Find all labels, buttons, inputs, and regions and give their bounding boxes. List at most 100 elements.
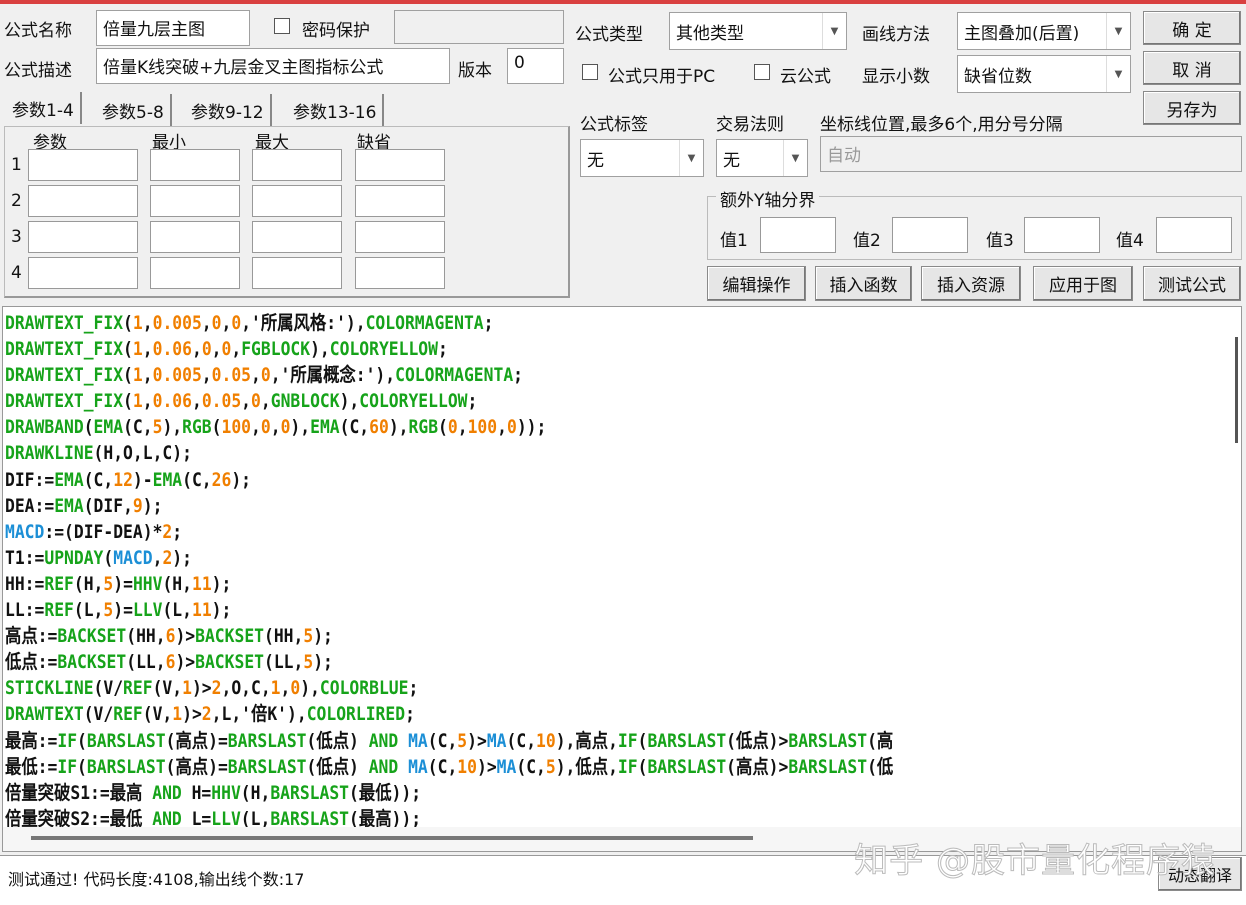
code-text: (L,: [162, 599, 192, 622]
code-token: BARSLAST: [227, 729, 307, 752]
param-min-input[interactable]: [150, 149, 240, 181]
code-text: HH:=: [5, 572, 45, 595]
insert-resource-button[interactable]: 插入资源: [921, 266, 1021, 301]
param-name-input[interactable]: [28, 221, 138, 253]
trade-rule-value: 无: [723, 151, 740, 171]
code-token: 10: [536, 729, 556, 752]
param-max-input[interactable]: [252, 257, 342, 289]
tab-params-5-8[interactable]: 参数5-8: [96, 94, 172, 126]
code-line[interactable]: 低点:=BACKSET(LL,6)>BACKSET(LL,5);: [5, 649, 893, 675]
param-default-input[interactable]: [355, 185, 445, 217]
chevron-down-icon: ▼: [783, 140, 807, 176]
formula-name-input[interactable]: 倍量九层主图: [96, 10, 250, 46]
code-text: (低: [867, 755, 894, 778]
param-name-input[interactable]: [28, 257, 138, 289]
code-line[interactable]: DRAWTEXT(V/REF(V,1)>2,L,'倍K'),COLORLIRED…: [5, 701, 893, 727]
code-text: ,'所属概念:'),: [270, 364, 396, 387]
password-checkbox[interactable]: [274, 18, 290, 34]
trade-rule-select[interactable]: 无 ▼: [716, 139, 808, 177]
code-token: COLORMAGENTA: [365, 312, 484, 334]
password-input[interactable]: [394, 10, 564, 44]
insert-function-button[interactable]: 插入函数: [815, 266, 912, 301]
decimals-select[interactable]: 缺省位数 ▼: [957, 55, 1131, 93]
code-line[interactable]: DRAWTEXT_FIX(1,0.005,0.05,0,'所属概念:'),COL…: [5, 362, 893, 388]
code-token: 5: [152, 416, 163, 439]
code-text: (高: [867, 729, 894, 752]
pc-only-checkbox[interactable]: [582, 64, 598, 80]
code-token: BARSLAST: [647, 729, 727, 752]
code-line[interactable]: 倍量突破S1:=最高 AND H=HHV(H,BARSLAST(最低));: [5, 780, 893, 806]
extra-y-value3-input[interactable]: [1024, 217, 1100, 253]
extra-y-value1-input[interactable]: [760, 217, 836, 253]
param-name-input[interactable]: [28, 185, 138, 217]
code-text: );: [231, 468, 252, 491]
version-input[interactable]: 0: [507, 48, 564, 84]
code-token: DRAWTEXT: [5, 703, 84, 726]
code-line[interactable]: DIF:=EMA(C,12)-EMA(C,26);: [5, 467, 893, 493]
param-min-input[interactable]: [150, 257, 240, 289]
code-token: 26: [211, 468, 232, 491]
code-line[interactable]: DRAWTEXT_FIX(1,0.06,0.05,0,GNBLOCK),COLO…: [5, 388, 893, 414]
code-text: T1:=: [5, 546, 45, 569]
cloud-checkbox[interactable]: [754, 64, 770, 80]
code-text: :=(DIF-DEA)*: [44, 520, 163, 543]
param-max-input[interactable]: [252, 149, 342, 181]
tab-params-9-12[interactable]: 参数9-12: [185, 94, 272, 126]
param-max-input[interactable]: [252, 221, 342, 253]
code-token: 6: [165, 625, 176, 648]
code-token: BARSLAST: [86, 755, 166, 778]
formula-type-select[interactable]: 其他类型 ▼: [669, 12, 847, 50]
chevron-down-icon: ▼: [679, 140, 703, 176]
code-text: (LL,: [263, 651, 304, 674]
extra-y-value2-input[interactable]: [892, 217, 968, 253]
param-default-input[interactable]: [355, 257, 445, 289]
edit-operation-button[interactable]: 编辑操作: [707, 266, 806, 301]
horizontal-scrollbar-thumb[interactable]: [31, 836, 753, 840]
code-editor[interactable]: DRAWTEXT_FIX(1,0.005,0,0,'所属风格:'),COLORM…: [2, 306, 1242, 852]
param-min-input[interactable]: [150, 185, 240, 217]
code-line[interactable]: DEA:=EMA(DIF,9);: [5, 493, 893, 519]
save-as-button[interactable]: 另存为: [1143, 91, 1241, 125]
code-line[interactable]: 最高:=IF(BARSLAST(高点)=BARSLAST(低点) AND MA(…: [5, 728, 893, 754]
param-max-input[interactable]: [252, 185, 342, 217]
code-line[interactable]: 高点:=BACKSET(HH,6)>BACKSET(HH,5);: [5, 623, 893, 649]
formula-desc-input[interactable]: 倍量K线突破+九层金叉主图指标公式: [96, 48, 450, 84]
param-name-input[interactable]: [28, 149, 138, 181]
param-min-input[interactable]: [150, 221, 240, 253]
code-line[interactable]: LL:=REF(L,5)=LLV(L,11);: [5, 597, 893, 623]
code-text: (C,: [427, 729, 458, 752]
cancel-button[interactable]: 取 消: [1143, 51, 1241, 85]
code-line[interactable]: DRAWBAND(EMA(C,5),RGB(100,0,0),EMA(C,60)…: [5, 414, 893, 440]
code-line[interactable]: DRAWKLINE(H,O,L,C);: [5, 440, 893, 466]
code-line[interactable]: HH:=REF(H,5)=HHV(H,11);: [5, 571, 893, 597]
tab-params-13-16[interactable]: 参数13-16: [287, 94, 385, 126]
code-line[interactable]: MACD:=(DIF-DEA)*2;: [5, 519, 893, 545]
code-line[interactable]: 最低:=IF(BARSLAST(高点)=BARSLAST(低点) AND MA(…: [5, 754, 893, 780]
ok-button[interactable]: 确 定: [1143, 11, 1241, 45]
formula-desc-label: 公式描述: [4, 61, 72, 81]
vertical-scrollbar-thumb[interactable]: [1235, 337, 1238, 443]
code-text: ,: [457, 416, 468, 439]
code-token: 0: [260, 416, 271, 439]
formula-tag-select[interactable]: 无 ▼: [580, 139, 704, 177]
code-line[interactable]: T1:=UPNDAY(MACD,2);: [5, 545, 893, 571]
code-text: 最高:=: [5, 729, 58, 752]
code-text: ;: [513, 364, 524, 387]
param-default-input[interactable]: [355, 221, 445, 253]
code-line[interactable]: DRAWTEXT_FIX(1,0.06,0,0,FGBLOCK),COLORYE…: [5, 336, 893, 362]
code-text: ,: [152, 546, 163, 569]
extra-y-value4-input[interactable]: [1156, 217, 1232, 253]
test-formula-button[interactable]: 测试公式: [1143, 266, 1241, 301]
code-line[interactable]: DRAWTEXT_FIX(1,0.005,0,0,'所属风格:'),COLORM…: [5, 310, 893, 336]
code-token: 1: [132, 364, 143, 387]
draw-method-select[interactable]: 主图叠加(后置) ▼: [957, 12, 1131, 50]
apply-to-chart-button[interactable]: 应用于图: [1033, 266, 1133, 301]
tab-params-1-4[interactable]: 参数1-4: [6, 92, 82, 124]
axis-position-input[interactable]: 自动: [820, 136, 1242, 172]
param-default-input[interactable]: [355, 149, 445, 181]
code-lines[interactable]: DRAWTEXT_FIX(1,0.005,0,0,'所属风格:'),COLORM…: [5, 310, 893, 832]
code-line[interactable]: STICKLINE(V/REF(V,1)>2,O,C,1,0),COLORBLU…: [5, 675, 893, 701]
code-text: (C,: [427, 755, 458, 778]
code-text: DEA:=: [5, 494, 55, 517]
